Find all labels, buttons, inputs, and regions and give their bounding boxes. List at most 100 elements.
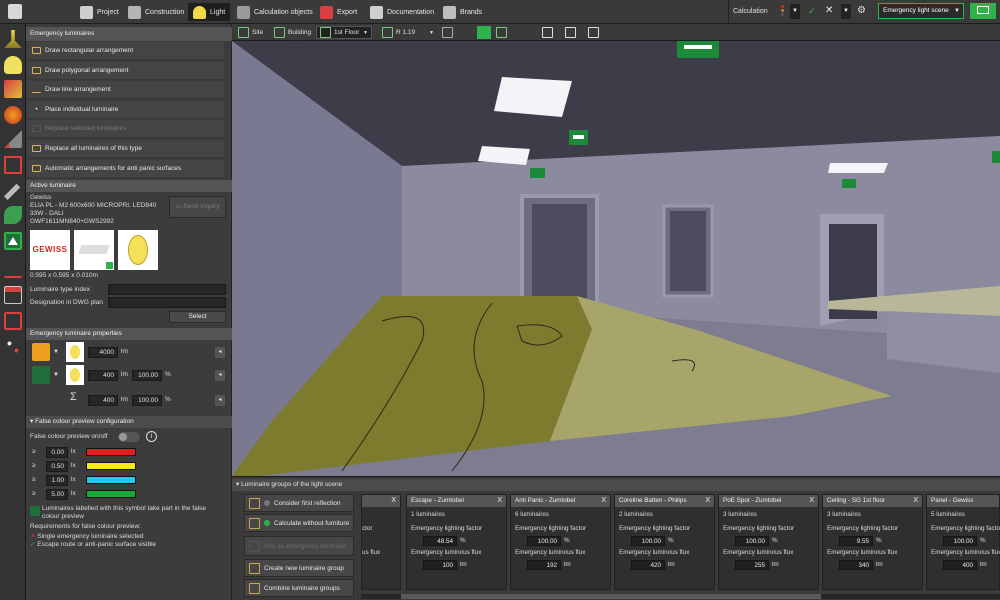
light-colour-tool-icon[interactable]: [4, 106, 22, 124]
emergency-light-icon[interactable]: [32, 366, 50, 384]
group-factor-field[interactable]: 100.00: [943, 536, 977, 546]
menu-brands[interactable]: Brands: [443, 3, 482, 21]
close-icon[interactable]: X: [601, 495, 606, 507]
measure-button[interactable]: [565, 26, 576, 39]
menu-light[interactable]: Light: [188, 3, 231, 21]
group-flux-field[interactable]: 420: [631, 560, 665, 570]
draw-line-arrangement-button[interactable]: Draw line arrangement: [28, 81, 224, 99]
menu-project[interactable]: Project: [80, 3, 119, 21]
false-colour-heading[interactable]: ▾ False colour preview configuration: [26, 416, 232, 428]
fit-view-button[interactable]: [542, 26, 553, 39]
points-tool-icon[interactable]: [4, 338, 22, 356]
groups-heading[interactable]: ▾ Luminaire groups of the light scene: [232, 479, 1000, 491]
scene-settings-button[interactable]: [970, 3, 996, 19]
replace-all-luminaires-button[interactable]: Replace all luminaires of this type: [28, 140, 224, 158]
chevron-down-icon[interactable]: ▼: [952, 4, 962, 18]
group-flux-field[interactable]: 100: [423, 560, 457, 570]
emergency-light-expand-arrow[interactable]: ◂: [215, 370, 225, 381]
main-light-dropdown[interactable]: ▼: [52, 345, 60, 359]
close-icon[interactable]: X: [913, 495, 918, 507]
calc-dropdown-arrow[interactable]: ▼: [790, 4, 800, 19]
replace-selected-luminaires-button[interactable]: Replace selected luminaires: [28, 120, 224, 138]
wrench-icon[interactable]: [4, 183, 21, 200]
main-flux-field[interactable]: 4000: [88, 347, 118, 358]
group-flux-field[interactable]: 255: [735, 560, 769, 570]
traffic-light-icon[interactable]: [775, 4, 789, 19]
view-site-button[interactable]: Site: [238, 26, 263, 39]
menu-documentation[interactable]: Documentation: [370, 3, 434, 21]
arrangement-tool-icon[interactable]: [4, 80, 22, 98]
app-menu-icon[interactable]: [8, 4, 22, 19]
groups-scrollbar[interactable]: [361, 594, 1000, 599]
floor-select[interactable]: 1st Floor ▼: [316, 26, 372, 39]
emergency-tool-icon[interactable]: [4, 232, 22, 250]
group-factor-field[interactable]: 100.00: [735, 536, 769, 546]
table-tool-icon[interactable]: [4, 286, 22, 304]
threshold-value-field[interactable]: 1.00: [46, 475, 68, 486]
emergency-factor-field[interactable]: 100.00: [132, 370, 162, 381]
luminaire-group-card[interactable]: X ctor us flux: [361, 494, 401, 590]
view-building-button[interactable]: Building: [274, 26, 311, 39]
sum-expand-arrow[interactable]: ◂: [215, 395, 225, 406]
daylight-tool-icon[interactable]: [4, 130, 22, 148]
info-icon[interactable]: i: [146, 431, 157, 442]
close-icon[interactable]: X: [391, 495, 396, 507]
gear-icon[interactable]: ⚙: [857, 5, 866, 16]
3d-viewport[interactable]: [232, 41, 1000, 476]
check-icon[interactable]: ✓: [808, 6, 816, 17]
place-individual-luminaire-button[interactable]: • Place individual luminaire: [28, 101, 224, 119]
close-icon[interactable]: X: [497, 495, 502, 507]
luminaire-group-card[interactable]: Coreline Batten - Philips X 2 luminaires…: [614, 494, 715, 590]
group-flux-field[interactable]: 192: [527, 560, 561, 570]
calculate-without-furniture-button[interactable]: Calculate without furniture: [244, 514, 354, 532]
main-light-expand-arrow[interactable]: ◂: [215, 347, 225, 358]
draw-rectangular-arrangement-button[interactable]: Draw rectangular arrangement: [28, 42, 224, 60]
cancel-icon[interactable]: ✕: [825, 5, 833, 16]
select-button[interactable]: Select: [169, 311, 226, 323]
view-solid-toggle[interactable]: [477, 26, 491, 39]
luminaire-tool-icon[interactable]: [4, 30, 22, 48]
curve-tool-icon[interactable]: [4, 260, 22, 278]
group-flux-field[interactable]: 400: [943, 560, 977, 570]
luminaire-group-card[interactable]: Panel - Gewiss 5 luminaires Emergency li…: [926, 494, 1000, 590]
threshold-value-field[interactable]: 5.00: [46, 489, 68, 500]
luminaire-group-card[interactable]: Ceiling - SG 1st floor X 3 luminaires Em…: [822, 494, 923, 590]
scrollbar-thumb[interactable]: [401, 594, 821, 599]
cancel-dropdown-arrow[interactable]: ▼: [841, 4, 851, 19]
automatic-arrangements-button[interactable]: Automatic arrangements for anti panic su…: [28, 160, 224, 178]
type-index-field[interactable]: [108, 284, 226, 295]
designation-field[interactable]: [108, 297, 226, 308]
frame-tool-icon[interactable]: [4, 312, 22, 330]
group-flux-field[interactable]: 340: [839, 560, 873, 570]
close-icon[interactable]: X: [809, 495, 814, 507]
luminaire-product-image[interactable]: [74, 230, 114, 270]
room-tool-icon[interactable]: [4, 156, 22, 174]
bulb-tool-icon[interactable]: [4, 56, 22, 74]
create-new-luminaire-group-button[interactable]: Create new luminaire group: [244, 559, 354, 577]
consider-first-reflection-button[interactable]: Consider first reflection: [244, 494, 354, 512]
group-factor-field[interactable]: 48.54: [423, 536, 457, 546]
threshold-colour-green[interactable]: [86, 490, 136, 498]
threshold-colour-cyan[interactable]: [86, 476, 136, 484]
false-colour-toggle[interactable]: [118, 432, 140, 442]
luminaire-group-card[interactable]: Anti Panic - Zumtobel X 6 luminaires Eme…: [510, 494, 611, 590]
menu-construction[interactable]: Construction: [128, 3, 184, 21]
group-factor-field[interactable]: 100.00: [527, 536, 561, 546]
group-factor-field[interactable]: 9.55: [839, 536, 873, 546]
room-select[interactable]: R 1.19 ▼: [382, 26, 434, 39]
draw-polygonal-arrangement-button[interactable]: Draw polygonal arrangement: [28, 62, 224, 80]
send-inquiry-button[interactable]: ▭ Send inquiry: [169, 196, 226, 218]
luminaire-group-card[interactable]: PoE Spot - Zumtobel X 3 luminaires Emerg…: [718, 494, 819, 590]
threshold-colour-red[interactable]: [86, 448, 136, 456]
threshold-value-field[interactable]: 0.00: [46, 447, 68, 458]
use-as-emergency-luminaire-button[interactable]: Use as emergency luminaire: [244, 536, 354, 556]
group-factor-field[interactable]: 100.00: [631, 536, 665, 546]
emergency-light-dropdown[interactable]: ▼: [52, 368, 60, 382]
view-edges-button[interactable]: [496, 26, 507, 39]
luminaire-group-card[interactable]: Escape - Zumtobel X 1 luminaires Emergen…: [406, 494, 507, 590]
combine-luminaire-groups-button[interactable]: Combine luminaire groups: [244, 579, 354, 597]
menu-export[interactable]: Export: [320, 3, 357, 21]
view-section-button[interactable]: [442, 26, 453, 39]
menu-calculation-objects[interactable]: Calculation objects: [237, 3, 313, 21]
threshold-value-field[interactable]: 0.50: [46, 461, 68, 472]
